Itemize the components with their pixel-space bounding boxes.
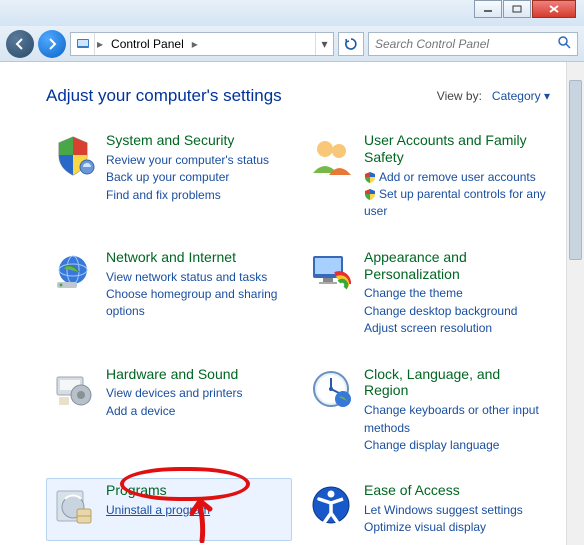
minimize-button[interactable] (474, 0, 502, 18)
category-link[interactable]: View devices and printers (106, 385, 243, 402)
category-link[interactable]: Review your computer's status (106, 152, 269, 169)
page-title: Adjust your computer's settings (46, 86, 282, 106)
search-placeholder: Search Control Panel (375, 37, 489, 51)
ease-of-access-icon[interactable] (308, 482, 354, 528)
system-security-icon[interactable] (50, 132, 96, 178)
category-link[interactable]: Add or remove user accounts (364, 169, 546, 186)
close-button[interactable] (532, 0, 576, 18)
category-link[interactable]: Change desktop background (364, 303, 546, 320)
chevron-down-icon: ▾ (544, 89, 550, 103)
category-title[interactable]: Ease of Access (364, 482, 523, 499)
breadcrumb[interactable]: ▸ Control Panel ▸ ▾ (70, 32, 334, 56)
category-link[interactable]: Uninstall a program (106, 502, 210, 519)
maximize-button[interactable] (503, 0, 531, 18)
category-link[interactable]: Back up your computer (106, 169, 269, 186)
category-link[interactable]: View network status and tasks (106, 269, 288, 286)
control-panel-icon (71, 33, 95, 55)
category-title[interactable]: Appearance and Personalization (364, 249, 546, 283)
category-clock-region: Clock, Language, and RegionChange keyboa… (304, 362, 550, 459)
category-link[interactable]: Add a device (106, 403, 243, 420)
view-by-dropdown[interactable]: Category ▾ (492, 89, 550, 103)
category-hardware-sound: Hardware and Sound View devices and print… (46, 362, 292, 459)
view-by-control: View by: Category ▾ (437, 89, 550, 103)
category-link[interactable]: Let Windows suggest settings (364, 502, 523, 519)
refresh-button[interactable] (338, 32, 364, 56)
category-title[interactable]: User Accounts and Family Safety (364, 132, 546, 166)
category-user-accounts: User Accounts and Family Safety Add or re… (304, 128, 550, 225)
uac-shield-icon (364, 188, 376, 200)
breadcrumb-dropdown[interactable]: ▾ (315, 33, 333, 55)
hardware-sound-icon[interactable] (50, 366, 96, 412)
search-input[interactable]: Search Control Panel (368, 32, 578, 56)
category-title[interactable]: Hardware and Sound (106, 366, 243, 383)
category-link[interactable]: Set up parental controls for any user (364, 186, 546, 221)
category-system-security: System and Security Review your computer'… (46, 128, 292, 225)
category-link[interactable]: Adjust screen resolution (364, 320, 546, 337)
window-titlebar (0, 0, 584, 26)
forward-button[interactable] (38, 30, 66, 58)
category-network-internet: Network and Internet View network status … (46, 245, 292, 342)
navigation-bar: ▸ Control Panel ▸ ▾ Search Control Panel (0, 26, 584, 62)
category-title[interactable]: Programs (106, 482, 210, 499)
chevron-right-icon: ▸ (190, 37, 200, 51)
category-title[interactable]: System and Security (106, 132, 269, 149)
scrollbar-thumb[interactable] (569, 80, 582, 260)
category-ease-of-access: Ease of Access Let Windows suggest settin… (304, 478, 550, 541)
category-title[interactable]: Clock, Language, and Region (364, 366, 546, 400)
breadcrumb-location[interactable]: Control Panel (105, 37, 190, 51)
appearance-icon[interactable] (308, 249, 354, 295)
category-link[interactable]: Choose homegroup and sharing options (106, 286, 288, 321)
uac-shield-icon (364, 171, 376, 183)
programs-icon[interactable] (50, 482, 96, 528)
chevron-right-icon: ▸ (95, 37, 105, 51)
category-appearance: Appearance and Personalization Change the… (304, 245, 550, 342)
network-internet-icon[interactable] (50, 249, 96, 295)
user-accounts-icon[interactable] (308, 132, 354, 178)
category-title[interactable]: Network and Internet (106, 249, 288, 266)
category-link[interactable]: Find and fix problems (106, 187, 269, 204)
category-link[interactable]: Change keyboards or other input methods (364, 402, 546, 437)
category-programs: Programs Uninstall a program (46, 478, 292, 541)
back-button[interactable] (6, 30, 34, 58)
category-link[interactable]: Change display language (364, 437, 546, 454)
category-link[interactable]: Optimize visual display (364, 519, 523, 536)
search-icon (557, 35, 571, 52)
category-link[interactable]: Change the theme (364, 285, 546, 302)
clock-region-icon[interactable] (308, 366, 354, 412)
content-area: Adjust your computer's settings View by:… (0, 62, 566, 545)
view-by-label: View by: (437, 89, 482, 103)
vertical-scrollbar[interactable] (566, 62, 584, 545)
